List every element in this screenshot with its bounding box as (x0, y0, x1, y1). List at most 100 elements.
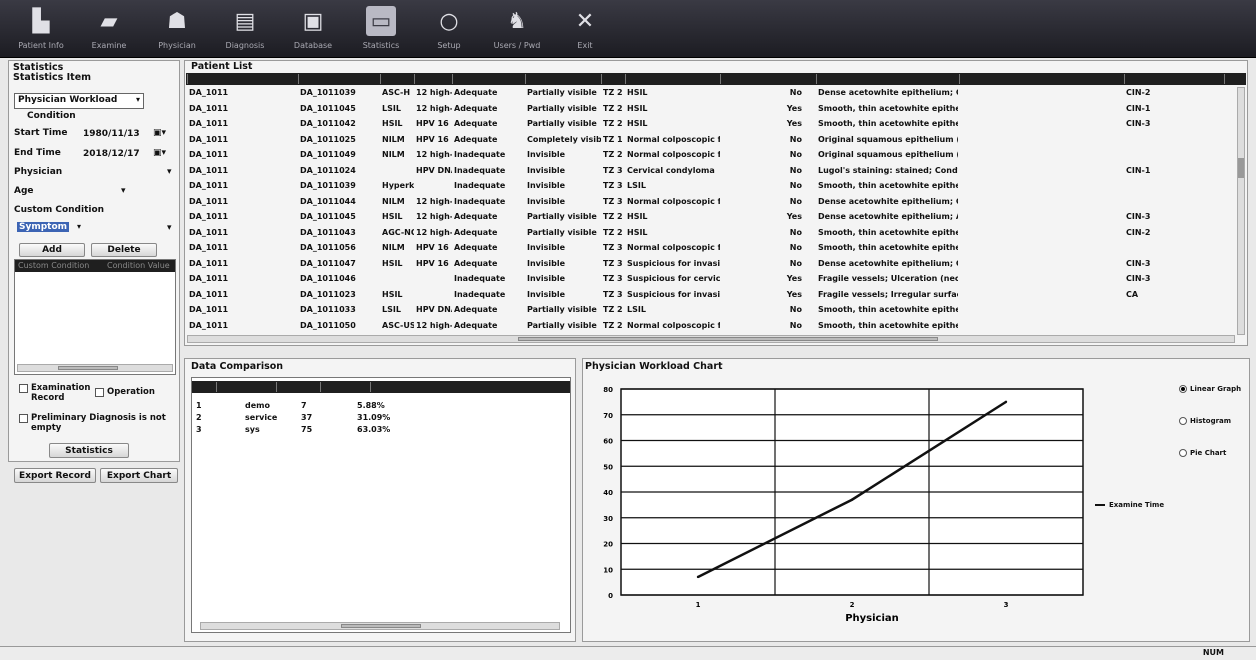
start-time-field[interactable]: 1980/11/13 (83, 129, 140, 139)
chart-legend: Examine Time (1095, 501, 1164, 509)
toolbar-button-users[interactable]: ♞ Users / Pwd (482, 4, 552, 56)
table-cell: Inadequate (454, 181, 506, 190)
patient-info-icon: ▙ (32, 8, 50, 34)
table-row[interactable]: DA_1011 DA_1011045 HSIL 12 high-riskAdequat… (186, 211, 1234, 223)
end-time-field[interactable]: 2018/12/17 (83, 149, 140, 159)
comparison-row[interactable]: 2 service 37 31.09% (193, 412, 569, 424)
table-cell: DA_1011 (189, 274, 229, 283)
table-row[interactable]: DA_1011 DA_1011044 NILM 12 high-riskInadequ… (186, 196, 1234, 208)
chevron-down-icon[interactable]: ▾ (167, 223, 172, 233)
calendar-icon[interactable]: ▣▾ (153, 128, 166, 138)
table-row[interactable]: DA_1011 DA_1011025 NILM HPV 16 Adequate Compl… (186, 134, 1234, 146)
examination-record-checkbox[interactable]: Examination Record (19, 383, 90, 403)
comparison-row[interactable]: 3 sys 75 63.03% (193, 424, 569, 436)
table-row[interactable]: DA_1011 DA_1011043 AGC-NOS12 high-riskAdeq… (186, 227, 1234, 239)
toolbar-button-statistics[interactable]: ▭ Statistics (346, 4, 416, 56)
comparison-row[interactable]: 1 demo 7 5.88% (193, 400, 569, 412)
column-divider[interactable] (959, 74, 960, 84)
table-cell: Smooth, thin acetowhite epitheliu (818, 305, 958, 314)
column-divider[interactable] (816, 74, 817, 84)
data-point (850, 498, 854, 501)
statistics-button[interactable]: Statistics (49, 443, 129, 458)
patient-list-hscrollbar[interactable] (187, 335, 1235, 343)
table-cell: Partially visible (527, 227, 597, 237)
column-divider[interactable] (452, 74, 453, 84)
column-divider[interactable] (380, 74, 381, 84)
table-row[interactable]: DA_1011 DA_1011049 NILM 12 high-riskInadequ… (186, 149, 1234, 161)
table-row[interactable]: DA_1011 DA_1011050 ASC-US12 high-riskAdequ… (186, 320, 1234, 332)
column-divider[interactable] (414, 74, 415, 84)
chevron-down-icon[interactable]: ▾ (121, 186, 126, 196)
radio-dot[interactable] (1179, 385, 1187, 393)
column-divider[interactable] (1124, 74, 1125, 84)
table-cell: LSIL (382, 103, 401, 113)
table-cell: HPV DNA (416, 165, 452, 175)
patient-list-vscrollbar[interactable] (1237, 87, 1245, 335)
radio-dot[interactable] (1179, 417, 1187, 425)
table-cell: DA_1011 (189, 103, 229, 113)
statistics-item-select[interactable]: Physician Workload ▾ (14, 93, 144, 109)
toolbar-button-examine[interactable]: ▰ Examine (74, 4, 144, 56)
scroll-thumb[interactable] (341, 624, 421, 628)
table-cell: DA_1011042 (300, 119, 356, 128)
column-divider[interactable] (525, 74, 526, 84)
column-divider[interactable] (187, 74, 188, 84)
table-row[interactable]: DA_1011 DA_1011047 HSIL HPV 16 Adequate Invis… (186, 258, 1234, 270)
table-row[interactable]: DA_1011 DA_1011039 Hyperker Inadequate Invis… (186, 180, 1234, 192)
scroll-thumb[interactable] (1238, 158, 1244, 178)
column-divider[interactable] (1224, 74, 1225, 84)
table-row[interactable]: DA_1011 DA_1011046 Inadequate Invisible TZ 3… (186, 273, 1234, 285)
column-divider[interactable] (625, 74, 626, 84)
chevron-down-icon[interactable]: ▾ (167, 167, 172, 177)
table-row[interactable]: DA_1011 DA_1011023 HSIL Inadequate Invisible… (186, 289, 1234, 301)
custom-condition-list[interactable]: Custom Condition Condition Value (14, 259, 176, 375)
custom-condition-select[interactable]: Symptom ▾ (14, 221, 84, 237)
operation-label: Operation (107, 387, 155, 397)
checkbox-box[interactable] (19, 414, 28, 423)
toolbar-label: Examine (91, 41, 127, 50)
table-row[interactable]: DA_1011 DA_1011033 LSIL HPV DNAAdequate Part… (186, 304, 1234, 316)
scroll-thumb[interactable] (518, 337, 938, 341)
calendar-icon[interactable]: ▣▾ (153, 148, 166, 158)
toolbar-button-diagnosis[interactable]: ▤ Diagnosis (210, 4, 280, 56)
table-cell: DA_1011 (189, 320, 229, 330)
delete-button[interactable]: Delete (91, 243, 157, 257)
column-divider[interactable] (601, 74, 602, 84)
radio-dot[interactable] (1179, 449, 1187, 457)
toolbar-button-patient-info[interactable]: ▙ Patient Info (6, 4, 76, 56)
toolbar-button-exit[interactable]: ✕ Exit (550, 4, 620, 56)
list-hscrollbar[interactable] (17, 364, 173, 372)
toolbar-button-database[interactable]: ▣ Database (278, 4, 348, 56)
chart-type-option[interactable]: Histogram (1179, 417, 1231, 425)
custom-condition-label: Custom Condition (14, 205, 105, 215)
checkbox-box[interactable] (95, 388, 104, 397)
preliminary-diagnosis-checkbox[interactable]: Preliminary Diagnosis is not empty (19, 413, 169, 433)
column-divider[interactable] (720, 74, 721, 84)
column-divider[interactable] (298, 74, 299, 84)
table-cell: No (789, 227, 802, 237)
chart-type-option[interactable]: Pie Chart (1179, 449, 1226, 457)
checkbox-box[interactable] (19, 384, 28, 393)
export-record-button[interactable]: Export Record (14, 468, 96, 483)
table-row[interactable]: DA_1011 DA_1011039 ASC-H 12 high-riskAdequa… (186, 87, 1234, 99)
comparison-hscrollbar[interactable] (200, 622, 560, 630)
toolbar-button-setup[interactable]: ○ Setup (414, 4, 484, 56)
table-row[interactable]: DA_1011 DA_1011024 HPV DNAInadequate Invisi… (186, 165, 1234, 177)
legend-series-name: Examine Time (1109, 501, 1165, 509)
export-chart-button[interactable]: Export Chart (100, 468, 178, 483)
table-row[interactable]: DA_1011 DA_1011042 HSIL HPV 16 Adequate Parti… (186, 118, 1234, 130)
preliminary-diagnosis-label: Preliminary Diagnosis is not empty (31, 413, 166, 433)
operation-checkbox[interactable]: Operation (95, 387, 155, 397)
table-cell: 12 high-risk (416, 212, 452, 221)
table-cell: 12 high-risk (416, 227, 452, 237)
toolbar-button-physician[interactable]: ☗ Physician (142, 4, 212, 56)
table-row[interactable]: DA_1011 DA_1011056 NILM HPV 16 Adequate Invis… (186, 242, 1234, 254)
scroll-thumb[interactable] (58, 366, 118, 370)
table-row[interactable]: DA_1011 DA_1011045 LSIL 12 high-riskAdequat… (186, 103, 1234, 115)
statistics-panel: Statistics Statistics Item Physician Wor… (8, 60, 180, 462)
table-cell: NILM (382, 134, 405, 144)
comparison-cell: 75 (301, 425, 313, 434)
data-comparison-table[interactable]: 1 demo 7 5.88% 2 service 37 31.09% 3 sys 75 63.03% (191, 377, 571, 633)
chart-type-option[interactable]: Linear Graph (1179, 385, 1241, 393)
add-button[interactable]: Add (19, 243, 85, 257)
